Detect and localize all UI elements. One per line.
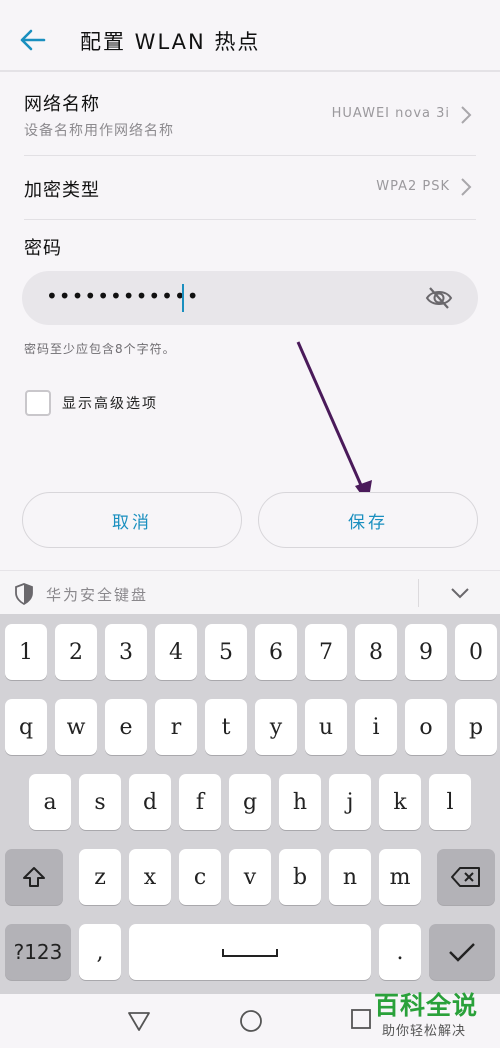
save-button[interactable]: 保存: [258, 492, 478, 548]
key-w[interactable]: w: [55, 699, 97, 755]
key-s[interactable]: s: [79, 774, 121, 830]
key-i[interactable]: i: [355, 699, 397, 755]
key-7[interactable]: 7: [305, 624, 347, 680]
comma-key[interactable]: ,: [79, 924, 121, 980]
key-h[interactable]: h: [279, 774, 321, 830]
key-y[interactable]: y: [255, 699, 297, 755]
backspace-key[interactable]: [437, 849, 495, 905]
space-icon: [222, 949, 278, 957]
key-f[interactable]: f: [179, 774, 221, 830]
checkmark-icon: [449, 943, 475, 962]
key-2[interactable]: 2: [55, 624, 97, 680]
nav-back-icon[interactable]: [126, 1008, 152, 1034]
key-9[interactable]: 9: [405, 624, 447, 680]
key-j[interactable]: j: [329, 774, 371, 830]
key-5[interactable]: 5: [205, 624, 247, 680]
key-x[interactable]: x: [129, 849, 171, 905]
key-l[interactable]: l: [429, 774, 471, 830]
secure-keyboard: 1 2 3 4 5 6 7 8 9 0 q w e r t y u i o p …: [0, 614, 500, 994]
key-1[interactable]: 1: [5, 624, 47, 680]
key-4[interactable]: 4: [155, 624, 197, 680]
nav-home-icon[interactable]: [238, 1008, 264, 1034]
backspace-icon: [451, 867, 480, 887]
key-o[interactable]: o: [405, 699, 447, 755]
shift-icon: [23, 867, 45, 887]
key-p[interactable]: p: [455, 699, 497, 755]
watermark: 百科全说 助你轻松解决: [368, 986, 496, 1046]
key-q[interactable]: q: [5, 699, 47, 755]
period-key[interactable]: .: [379, 924, 421, 980]
key-g[interactable]: g: [229, 774, 271, 830]
key-3[interactable]: 3: [105, 624, 147, 680]
key-c[interactable]: c: [179, 849, 221, 905]
shift-key[interactable]: [5, 849, 63, 905]
key-m[interactable]: m: [379, 849, 421, 905]
keyboard-title: 华为安全键盘: [46, 586, 149, 604]
key-a[interactable]: a: [29, 774, 71, 830]
key-d[interactable]: d: [129, 774, 171, 830]
key-n[interactable]: n: [329, 849, 371, 905]
space-key[interactable]: [129, 924, 371, 980]
key-t[interactable]: t: [205, 699, 247, 755]
watermark-title: 百科全说: [374, 991, 479, 1020]
watermark-subtitle: 助你轻松解决: [382, 1024, 467, 1039]
symbols-key[interactable]: ?123: [5, 924, 71, 980]
key-0[interactable]: 0: [455, 624, 497, 680]
key-e[interactable]: e: [105, 699, 147, 755]
keyboard-toolbar: 华为安全键盘: [0, 570, 500, 614]
key-8[interactable]: 8: [355, 624, 397, 680]
chevron-down-icon[interactable]: [448, 583, 472, 603]
key-r[interactable]: r: [155, 699, 197, 755]
shield-icon: [15, 583, 33, 605]
key-b[interactable]: b: [279, 849, 321, 905]
toolbar-divider: [418, 579, 419, 607]
cancel-button[interactable]: 取消: [22, 492, 242, 548]
annotation-arrow: [296, 341, 372, 504]
key-z[interactable]: z: [79, 849, 121, 905]
key-u[interactable]: u: [305, 699, 347, 755]
key-v[interactable]: v: [229, 849, 271, 905]
done-key[interactable]: [429, 924, 495, 980]
key-6[interactable]: 6: [255, 624, 297, 680]
key-k[interactable]: k: [379, 774, 421, 830]
